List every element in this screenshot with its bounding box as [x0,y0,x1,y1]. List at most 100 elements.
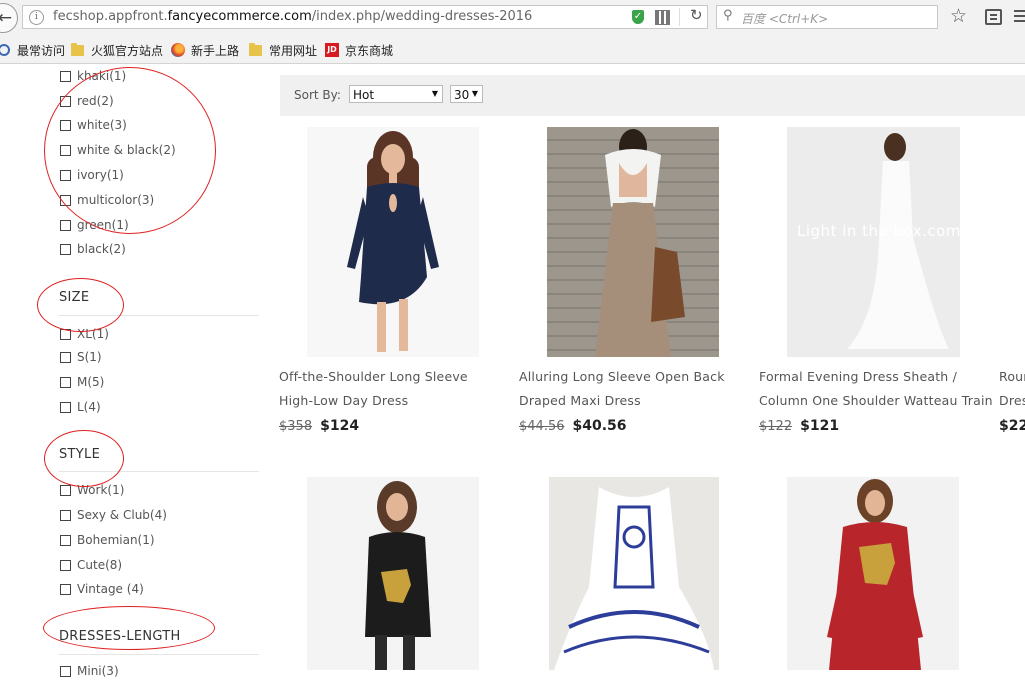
search-placeholder[interactable]: 百度 <Ctrl+K> [741,10,828,27]
checkbox[interactable] [60,243,71,255]
product-price: $44.56 $40.56 [519,415,627,434]
divider [58,654,259,655]
search-box[interactable]: ⚲ 百度 <Ctrl+K> [716,5,938,29]
dress-shape [847,161,949,349]
bookmarks-bar: 最常访问 火狐官方站点 新手上路 常用网址 JD 京东商城 [0,36,1025,64]
product-image[interactable] [307,127,479,357]
bookmark-getting-started[interactable]: 新手上路 [171,41,239,59]
sort-value: Hot [353,88,375,102]
sale-price: $40.56 [572,418,627,434]
filter-label: Mini(3) [77,664,119,678]
folder-icon [71,42,84,56]
filter-style-cute[interactable]: Cute(8) [60,556,122,574]
urlbar-divider [679,8,680,26]
checkbox[interactable] [60,534,71,546]
firefox-icon [171,43,185,57]
product-price: $22 [999,415,1025,434]
filter-label: Vintage (4) [77,582,144,596]
bookmark-star-icon[interactable]: ☆ [950,5,967,27]
sort-select[interactable]: Hot ▼ [349,85,443,103]
product-price: $358 $124 [279,415,359,434]
filter-length-mini[interactable]: Mini(3) [60,662,119,680]
watermark: Light in the box.com [797,222,960,240]
sale-price: $121 [800,418,840,434]
product-image[interactable] [787,477,959,670]
filter-label: Bohemian(1) [77,533,155,547]
product-name[interactable]: Formal Evening Dress Sheath / Column One … [759,365,993,413]
filter-style-bohemian[interactable]: Bohemian(1) [60,531,155,549]
annotation-ellipse [44,67,216,234]
checkbox[interactable] [60,219,71,231]
chevron-down-icon: ▼ [471,89,478,98]
checkbox[interactable] [60,351,71,363]
menu-icon[interactable] [1014,10,1025,12]
bookmark-label: 最常访问 [17,43,66,58]
browser-toolbar: ← i fecshop.appfront.fancyecommerce.com/… [0,0,1025,36]
filter-label: L(4) [77,400,101,414]
checkbox[interactable] [60,665,71,677]
dress-photo [347,131,439,352]
dress-photo [847,133,949,349]
filter-style-vintage[interactable]: Vintage (4) [60,580,144,598]
bookmark-firefox-site[interactable]: 火狐官方站点 [71,41,163,59]
checkbox[interactable] [60,70,71,82]
address-bar[interactable]: i fecshop.appfront.fancyecommerce.com/in… [22,5,708,29]
filter-label: Cute(8) [77,558,123,572]
back-button[interactable]: ← [0,3,18,33]
bookmark-label: 新手上路 [191,43,240,58]
bookmark-label: 京东商城 [345,43,394,58]
bookmark-most-visited[interactable]: 最常访问 [0,41,65,59]
checkbox[interactable] [60,484,71,496]
product-image[interactable] [547,127,719,357]
product-image[interactable]: Light in the box.com [787,127,960,357]
back-arrow-icon: ← [0,8,12,28]
chevron-down-icon: ▼ [431,89,438,98]
site-info-icon[interactable]: i [29,10,44,25]
checkbox[interactable] [60,559,71,571]
bookmark-common-sites[interactable]: 常用网址 [249,41,317,59]
filter-color-black[interactable]: black(2) [60,240,126,258]
filter-size-m[interactable]: M(5) [60,373,104,391]
old-price: $122 [759,419,793,434]
checkbox[interactable] [60,583,71,595]
per-page-select[interactable]: 30 ▼ [450,85,483,103]
product-name[interactable]: Alluring Long Sleeve Open Back Draped Max… [519,365,725,413]
filter-label: black(2) [77,242,126,256]
search-icon: ⚲ [723,8,733,23]
gear-icon [0,44,10,56]
old-price: $44.56 [519,419,565,434]
checkbox[interactable] [60,509,71,521]
per-page-value: 30 [454,88,470,102]
sort-label: Sort By: [294,88,341,102]
reload-icon[interactable]: ↻ [690,6,703,24]
checkbox[interactable] [60,376,71,388]
reading-list-icon[interactable] [985,9,1002,25]
checkbox[interactable] [60,401,71,413]
filter-style-sexy-club[interactable]: Sexy & Club(4) [60,506,167,524]
url-domain: fancyecommerce.com [167,9,312,24]
url-prefix: fecshop.appfront. [53,9,168,24]
shield-icon[interactable]: ✓ [632,10,644,24]
product-image[interactable] [549,477,719,670]
filter-label: S(1) [77,350,102,364]
product-image[interactable] [307,477,479,670]
folder-icon [249,42,262,56]
product-name[interactable]: Off-the-Shoulder Long Sleeve High-Low Day… [279,365,468,413]
sort-bar: Sort By: Hot ▼ 30 ▼ [280,75,1025,116]
filter-size-s[interactable]: S(1) [60,348,102,366]
annotation-ellipse [44,430,124,487]
old-price: $358 [279,419,313,434]
qr-code-icon[interactable] [655,10,670,25]
dress-photo [827,479,923,670]
filter-label: Sexy & Club(4) [77,508,167,522]
url-text[interactable]: fecshop.appfront.fancyecommerce.com/inde… [53,9,532,24]
product-name[interactable]: RourDres [999,365,1025,413]
product-price: $122 $121 [759,415,839,434]
url-path: /index.php/wedding-dresses-2016 [311,9,533,24]
filter-size-l[interactable]: L(4) [60,398,101,416]
annotation-ellipse [37,278,124,332]
bookmark-label: 常用网址 [269,43,318,58]
bookmark-label: 火狐官方站点 [91,43,164,58]
bookmark-jd[interactable]: JD 京东商城 [325,41,393,59]
sale-price: $124 [320,418,360,434]
